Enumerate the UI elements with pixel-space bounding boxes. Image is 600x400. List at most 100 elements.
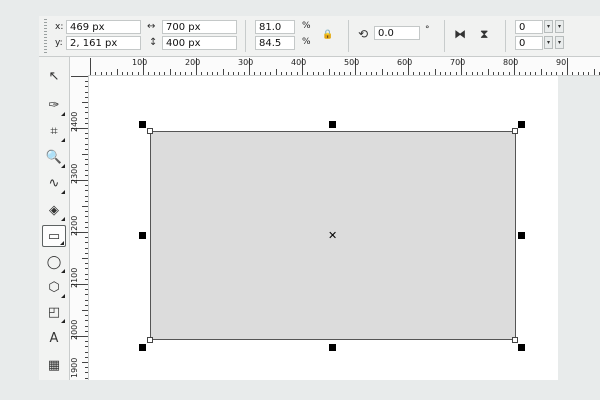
basic-shapes-tool-icon: ◰ [47, 305, 61, 320]
text-tool-icon: A [49, 331, 59, 346]
ruler-tick [588, 72, 590, 75]
freehand-tool-icon: ∿ [48, 176, 60, 191]
corner-radius-bottom-field[interactable]: 0 [515, 36, 543, 50]
corner-radius-top-stepper-2[interactable]: ▾ [555, 20, 564, 33]
ruler-tick [85, 117, 88, 119]
ruler-origin[interactable] [70, 57, 89, 76]
ruler-tick [85, 377, 88, 379]
ruler-tick [386, 72, 388, 75]
ruler-tick [439, 72, 441, 75]
mirror-vertical-icon[interactable]: ⧗ [480, 28, 488, 40]
y-position-field[interactable]: 2, 161 px [66, 36, 141, 50]
corner-radius-top-field[interactable]: 0 [515, 20, 543, 34]
flyout-arrow-icon [61, 294, 65, 298]
center-marker-icon[interactable]: ✕ [328, 229, 337, 242]
ruler-tick [243, 72, 245, 75]
ruler-tick [85, 341, 88, 343]
smart-fill-tool-icon: ◈ [49, 203, 59, 218]
smart-fill-tool[interactable]: ◈ [42, 200, 66, 222]
horizontal-ruler[interactable]: 100 200 300 400 500 600 700 800 90 [88, 57, 600, 76]
ruler-tick [85, 346, 88, 348]
ruler-label: 2200 [70, 215, 79, 236]
resize-handle-bottom-left[interactable] [139, 344, 146, 351]
resize-handle-bottom-right[interactable] [518, 344, 525, 351]
corner-radius-bottom-stepper-2[interactable]: ▾ [555, 36, 564, 49]
ruler-label: 600 [397, 58, 413, 67]
ruler-tick [476, 72, 478, 75]
resize-handle-top-right[interactable] [518, 121, 525, 128]
x-position-field[interactable]: 469 px [66, 20, 141, 34]
corner-node[interactable] [147, 337, 153, 343]
ruler-tick [185, 72, 187, 75]
separator [245, 20, 246, 52]
toolbar-grip[interactable] [44, 19, 47, 53]
ruler-tick [370, 72, 372, 75]
ruler-tick [206, 72, 208, 75]
ruler-tick [85, 164, 88, 166]
ruler-tick [397, 72, 399, 75]
ruler-label: 2000 [70, 319, 79, 340]
resize-handle-top[interactable] [329, 121, 336, 128]
text-tool[interactable]: A [42, 328, 66, 350]
polygon-tool[interactable]: ⬡ [42, 277, 66, 299]
ruler-tick [551, 72, 553, 75]
ruler-tick [264, 72, 266, 75]
ruler-tick [519, 72, 521, 75]
ruler-tick [365, 72, 367, 75]
corner-node[interactable] [512, 337, 518, 343]
crop-tool[interactable]: ⌗ [42, 121, 66, 143]
resize-handle-right[interactable] [518, 232, 525, 239]
mirror-horizontal-icon[interactable]: ⧓ [454, 28, 466, 40]
ruler-label: 2400 [70, 111, 79, 132]
ruler-tick [85, 263, 88, 265]
corner-node[interactable] [147, 128, 153, 134]
ruler-tick [85, 367, 88, 369]
ruler-tick [450, 72, 452, 75]
ellipse-tool[interactable]: ◯ [42, 252, 66, 274]
ruler-tick [85, 330, 88, 332]
ruler-tick [376, 72, 378, 75]
ruler-tick [95, 72, 97, 75]
ruler-tick [85, 138, 88, 140]
width-field[interactable]: 700 px [162, 20, 237, 34]
ruler-tick [360, 72, 362, 75]
y-label: y: [55, 38, 63, 48]
zoom-tool[interactable]: 🔍 [42, 147, 66, 169]
resize-handle-bottom[interactable] [329, 344, 336, 351]
ruler-tick [169, 69, 171, 75]
corner-node[interactable] [512, 128, 518, 134]
basic-shapes-tool[interactable]: ◰ [42, 302, 66, 324]
ruler-tick [222, 69, 224, 75]
lock-icon[interactable]: 🔒 [322, 29, 333, 41]
freehand-tool[interactable]: ∿ [42, 173, 66, 195]
resize-handle-top-left[interactable] [139, 121, 146, 128]
corner-radius-bottom-stepper[interactable]: ▾ [544, 36, 553, 49]
ruler-tick [577, 72, 579, 75]
ruler-tick [127, 72, 129, 75]
rotate-icon: ⟲ [358, 27, 369, 41]
flyout-arrow-icon [61, 190, 65, 194]
ruler-tick [111, 72, 113, 75]
rectangle-tool[interactable]: ▭ [42, 225, 66, 247]
corner-radius-top-stepper[interactable]: ▾ [544, 20, 553, 33]
height-field[interactable]: 400 px [162, 36, 237, 50]
ruler-tick [280, 72, 282, 75]
resize-handle-left[interactable] [139, 232, 146, 239]
pick-tool[interactable]: ↖ [42, 66, 66, 88]
separator [444, 20, 445, 52]
ruler-tick [85, 185, 88, 187]
ruler-tick [85, 315, 88, 317]
scale-width-field[interactable]: 81.0 [255, 20, 295, 34]
ruler-tick [85, 268, 88, 270]
flyout-arrow-icon [60, 241, 64, 245]
ruler-tick [85, 169, 88, 171]
ruler-tick [85, 221, 88, 223]
vertical-ruler[interactable]: 2400 2300 2200 2100 2000 1900 [70, 75, 89, 380]
table-tool-icon: ▦ [47, 358, 61, 373]
ruler-tick [296, 72, 298, 75]
ruler-tick [85, 299, 88, 301]
rotation-field[interactable]: 0.0 [374, 26, 420, 40]
table-tool[interactable]: ▦ [42, 355, 66, 377]
shape-tool[interactable]: ✑ [42, 95, 66, 117]
scale-height-field[interactable]: 84.5 [255, 36, 295, 50]
